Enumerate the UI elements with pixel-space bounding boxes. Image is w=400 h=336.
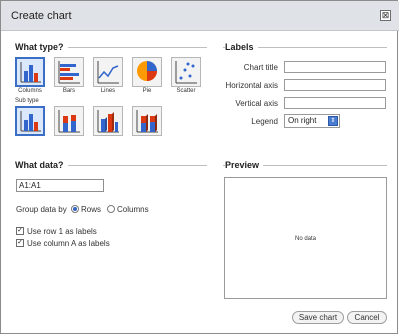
labels-heading: Labels: [225, 42, 258, 52]
vertical-axis-label: Vertical axis: [235, 99, 278, 108]
clustered-column-icon[interactable]: [15, 106, 45, 136]
save-chart-button[interactable]: Save chart: [292, 311, 344, 324]
group-by-label: Group data by: [16, 205, 67, 214]
type-label-columns: Columns: [18, 88, 42, 94]
data-range-value: A1:A1: [19, 181, 41, 190]
type-label-bars: Bars: [62, 88, 76, 94]
use-row-labels-checkbox[interactable]: ✓: [16, 227, 24, 235]
vertical-axis-input[interactable]: [284, 97, 386, 109]
close-icon[interactable]: ⊠: [380, 10, 391, 21]
dropdown-arrow-icon: ⇕: [328, 116, 338, 126]
group-rows-radio[interactable]: [71, 205, 79, 213]
create-chart-dialog: Create chart ⊠ What type? Columns Bars L…: [0, 0, 399, 334]
dialog-titlebar: Create chart ⊠: [1, 1, 399, 31]
use-row-labels-label: Use row 1 as labels: [27, 227, 97, 236]
legend-select-value: On right: [288, 116, 317, 125]
type-label-scatter: Scatter: [176, 88, 196, 94]
preview-heading: Preview: [225, 160, 264, 170]
chart-title-label: Chart title: [243, 63, 278, 72]
use-column-labels-checkbox[interactable]: ✓: [16, 239, 24, 247]
bar-chart-icon[interactable]: [54, 57, 84, 87]
data-range-input[interactable]: A1:A1: [16, 179, 104, 192]
subtype-label: Sub type: [15, 98, 39, 104]
group-columns-radio[interactable]: [107, 205, 115, 213]
3d-column-icon[interactable]: [93, 106, 123, 136]
horizontal-axis-input[interactable]: [284, 79, 386, 91]
use-column-labels-label: Use column A as labels: [27, 239, 110, 248]
dialog-title: Create chart: [11, 10, 72, 22]
type-label-lines: Lines: [100, 88, 116, 94]
stacked-column-icon[interactable]: [54, 106, 84, 136]
scatter-chart-icon[interactable]: [171, 57, 201, 87]
group-columns-label: Columns: [117, 205, 149, 214]
horizontal-axis-label: Horizontal axis: [225, 81, 278, 90]
pie-chart-icon[interactable]: [132, 57, 162, 87]
column-chart-icon[interactable]: [15, 57, 45, 87]
line-chart-icon[interactable]: [93, 57, 123, 87]
no-data-text: No data: [294, 236, 316, 242]
what-data-heading: What data?: [15, 160, 68, 170]
chart-title-input[interactable]: [284, 61, 386, 73]
type-label-pie: Pie: [142, 88, 152, 94]
cancel-button[interactable]: Cancel: [347, 311, 387, 324]
3d-stacked-column-icon[interactable]: [132, 106, 162, 136]
legend-select[interactable]: On right ⇕: [284, 114, 340, 128]
legend-label: Legend: [251, 117, 278, 126]
what-type-heading: What type?: [15, 42, 68, 52]
chart-preview: No data: [224, 177, 387, 299]
group-rows-label: Rows: [81, 205, 102, 214]
